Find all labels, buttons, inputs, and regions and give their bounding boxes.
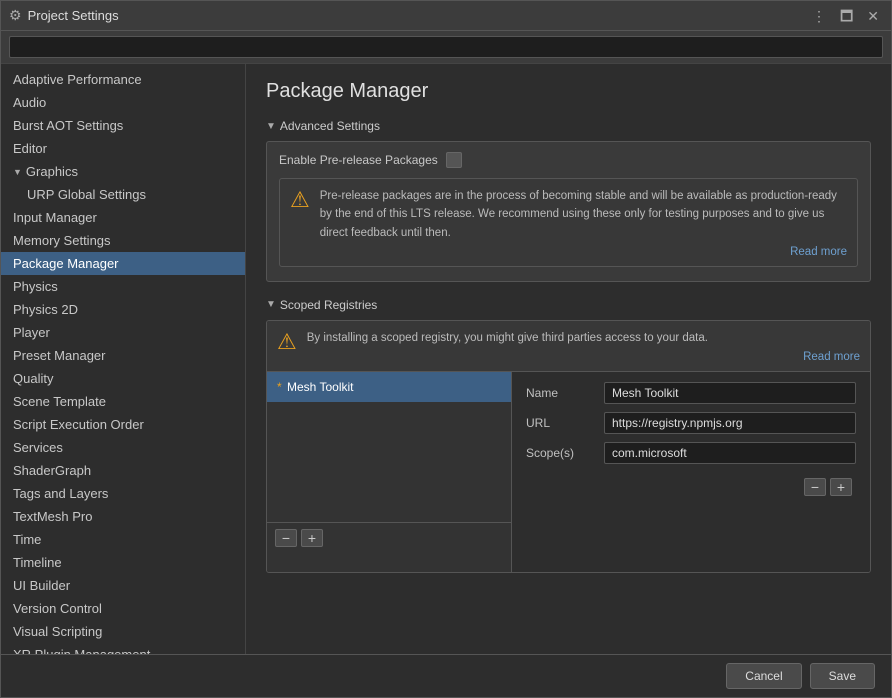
registry-item-label: Mesh Toolkit — [287, 380, 353, 394]
section-collapse-icon: ▼ — [266, 121, 276, 132]
title-bar: ⚙ Project Settings ⋮ 🗖 ✕ — [1, 1, 891, 31]
name-field-row: Name — [526, 382, 856, 404]
registry-add-button[interactable]: + — [301, 529, 323, 547]
cancel-button[interactable]: Cancel — [726, 663, 801, 689]
registry-list-empty — [267, 402, 511, 522]
main-window: ⚙ Project Settings ⋮ 🗖 ✕ 🔍 Adaptive Perf… — [0, 0, 892, 698]
title-bar-right: ⋮ 🗖 ✕ — [808, 7, 883, 25]
warning-icon: ⚠ — [290, 189, 310, 211]
scope-field-row: Scope(s) — [526, 442, 856, 464]
registry-warning-text: By installing a scoped registry, you mig… — [307, 332, 708, 344]
search-wrapper: 🔍 — [9, 36, 883, 58]
advanced-settings-content: Enable Pre-release Packages ⚠ Pre-releas… — [266, 141, 871, 282]
sidebar-item-scene-template[interactable]: Scene Template — [1, 390, 245, 413]
sidebar-item-burst-aot[interactable]: Burst AOT Settings — [1, 114, 245, 137]
registry-list-buttons: − + — [267, 522, 511, 553]
sidebar-item-xr-plugin[interactable]: XR Plugin Management — [1, 643, 245, 654]
sidebar-item-urp[interactable]: URP Global Settings — [1, 183, 245, 206]
sidebar-item-player[interactable]: Player — [1, 321, 245, 344]
sidebar-item-graphics[interactable]: ▼ Graphics — [1, 160, 245, 183]
name-field-input[interactable] — [604, 382, 856, 404]
sidebar-item-graphics-label: Graphics — [26, 164, 78, 179]
sidebar-item-input-manager[interactable]: Input Manager — [1, 206, 245, 229]
scoped-registries-header: ▼ Scoped Registries — [266, 298, 871, 312]
main-content: Adaptive Performance Audio Burst AOT Set… — [1, 64, 891, 654]
dots-button[interactable]: ⋮ — [808, 7, 830, 25]
prerelease-info-box: ⚠ Pre-release packages are in the proces… — [279, 178, 858, 267]
scoped-registries-label: Scoped Registries — [280, 298, 377, 312]
registry-read-more-link[interactable]: Read more — [307, 351, 860, 363]
sidebar-item-ui-builder[interactable]: UI Builder — [1, 574, 245, 597]
url-field-label: URL — [526, 416, 596, 430]
enable-prerelease-row: Enable Pre-release Packages — [279, 152, 858, 168]
advanced-settings-label: Advanced Settings — [280, 119, 380, 133]
advanced-settings-section: ▼ Advanced Settings Enable Pre-release P… — [266, 119, 871, 282]
sidebar-item-memory-settings[interactable]: Memory Settings — [1, 229, 245, 252]
window-title: Project Settings — [28, 8, 119, 23]
sidebar-item-physics-2d[interactable]: Physics 2D — [1, 298, 245, 321]
close-button[interactable]: ✕ — [863, 7, 883, 25]
registry-remove-button[interactable]: − — [275, 529, 297, 547]
registry-grid: * Mesh Toolkit − + — [267, 372, 870, 572]
sidebar-item-script-exec[interactable]: Script Execution Order — [1, 413, 245, 436]
registry-list: * Mesh Toolkit − + — [267, 372, 512, 572]
sidebar-item-textmesh[interactable]: TextMesh Pro — [1, 505, 245, 528]
scope-remove-button[interactable]: − — [804, 478, 826, 496]
sidebar-item-editor[interactable]: Editor — [1, 137, 245, 160]
sidebar-item-time[interactable]: Time — [1, 528, 245, 551]
scope-btn-row: − + — [526, 472, 856, 500]
sidebar-item-version-control[interactable]: Version Control — [1, 597, 245, 620]
enable-prerelease-checkbox[interactable] — [446, 152, 462, 168]
sidebar-item-adaptive-performance[interactable]: Adaptive Performance — [1, 68, 245, 91]
enable-prerelease-label: Enable Pre-release Packages — [279, 153, 438, 167]
sidebar-item-visual-scripting[interactable]: Visual Scripting — [1, 620, 245, 643]
scope-field-label: Scope(s) — [526, 446, 596, 460]
panel-title: Package Manager — [266, 80, 871, 103]
prerelease-read-more-link[interactable]: Read more — [320, 246, 847, 258]
sidebar-item-timeline[interactable]: Timeline — [1, 551, 245, 574]
settings-icon: ⚙ — [9, 7, 22, 24]
registry-warning-icon: ⚠ — [277, 331, 297, 353]
asterisk-icon: * — [277, 380, 282, 394]
registry-warning-content: By installing a scoped registry, you mig… — [307, 329, 860, 363]
footer-bar: Cancel Save — [1, 654, 891, 697]
sidebar: Adaptive Performance Audio Burst AOT Set… — [1, 64, 246, 654]
sidebar-item-package-manager[interactable]: Package Manager — [1, 252, 245, 275]
registry-list-item-mesh-toolkit[interactable]: * Mesh Toolkit — [267, 372, 511, 402]
scope-add-button[interactable]: + — [830, 478, 852, 496]
title-bar-left: ⚙ Project Settings — [9, 7, 119, 24]
scoped-registries-box: ⚠ By installing a scoped registry, you m… — [266, 320, 871, 573]
url-field-input[interactable] — [604, 412, 856, 434]
search-bar: 🔍 — [1, 31, 891, 64]
save-button[interactable]: Save — [810, 663, 875, 689]
prerelease-info-text: Pre-release packages are in the process … — [320, 190, 837, 239]
sidebar-item-quality[interactable]: Quality — [1, 367, 245, 390]
scoped-registries-section: ▼ Scoped Registries ⚠ By installing a sc… — [266, 298, 871, 573]
sidebar-item-physics[interactable]: Physics — [1, 275, 245, 298]
scoped-section-collapse-icon: ▼ — [266, 299, 276, 310]
search-input[interactable] — [9, 36, 883, 58]
prerelease-info-content: Pre-release packages are in the process … — [320, 187, 847, 258]
sidebar-item-audio[interactable]: Audio — [1, 91, 245, 114]
sidebar-item-tags-layers[interactable]: Tags and Layers — [1, 482, 245, 505]
scope-field-input[interactable] — [604, 442, 856, 464]
content-panel: Package Manager ▼ Advanced Settings Enab… — [246, 64, 891, 654]
registry-warning-box: ⚠ By installing a scoped registry, you m… — [267, 321, 870, 372]
registry-detail: Name URL Scope(s) — [512, 372, 870, 572]
name-field-label: Name — [526, 386, 596, 400]
chevron-down-icon: ▼ — [13, 167, 22, 177]
url-field-row: URL — [526, 412, 856, 434]
sidebar-item-preset-manager[interactable]: Preset Manager — [1, 344, 245, 367]
sidebar-item-services[interactable]: Services — [1, 436, 245, 459]
advanced-settings-header: ▼ Advanced Settings — [266, 119, 871, 133]
sidebar-item-shadergraph[interactable]: ShaderGraph — [1, 459, 245, 482]
maximize-button[interactable]: 🗖 — [836, 7, 857, 25]
